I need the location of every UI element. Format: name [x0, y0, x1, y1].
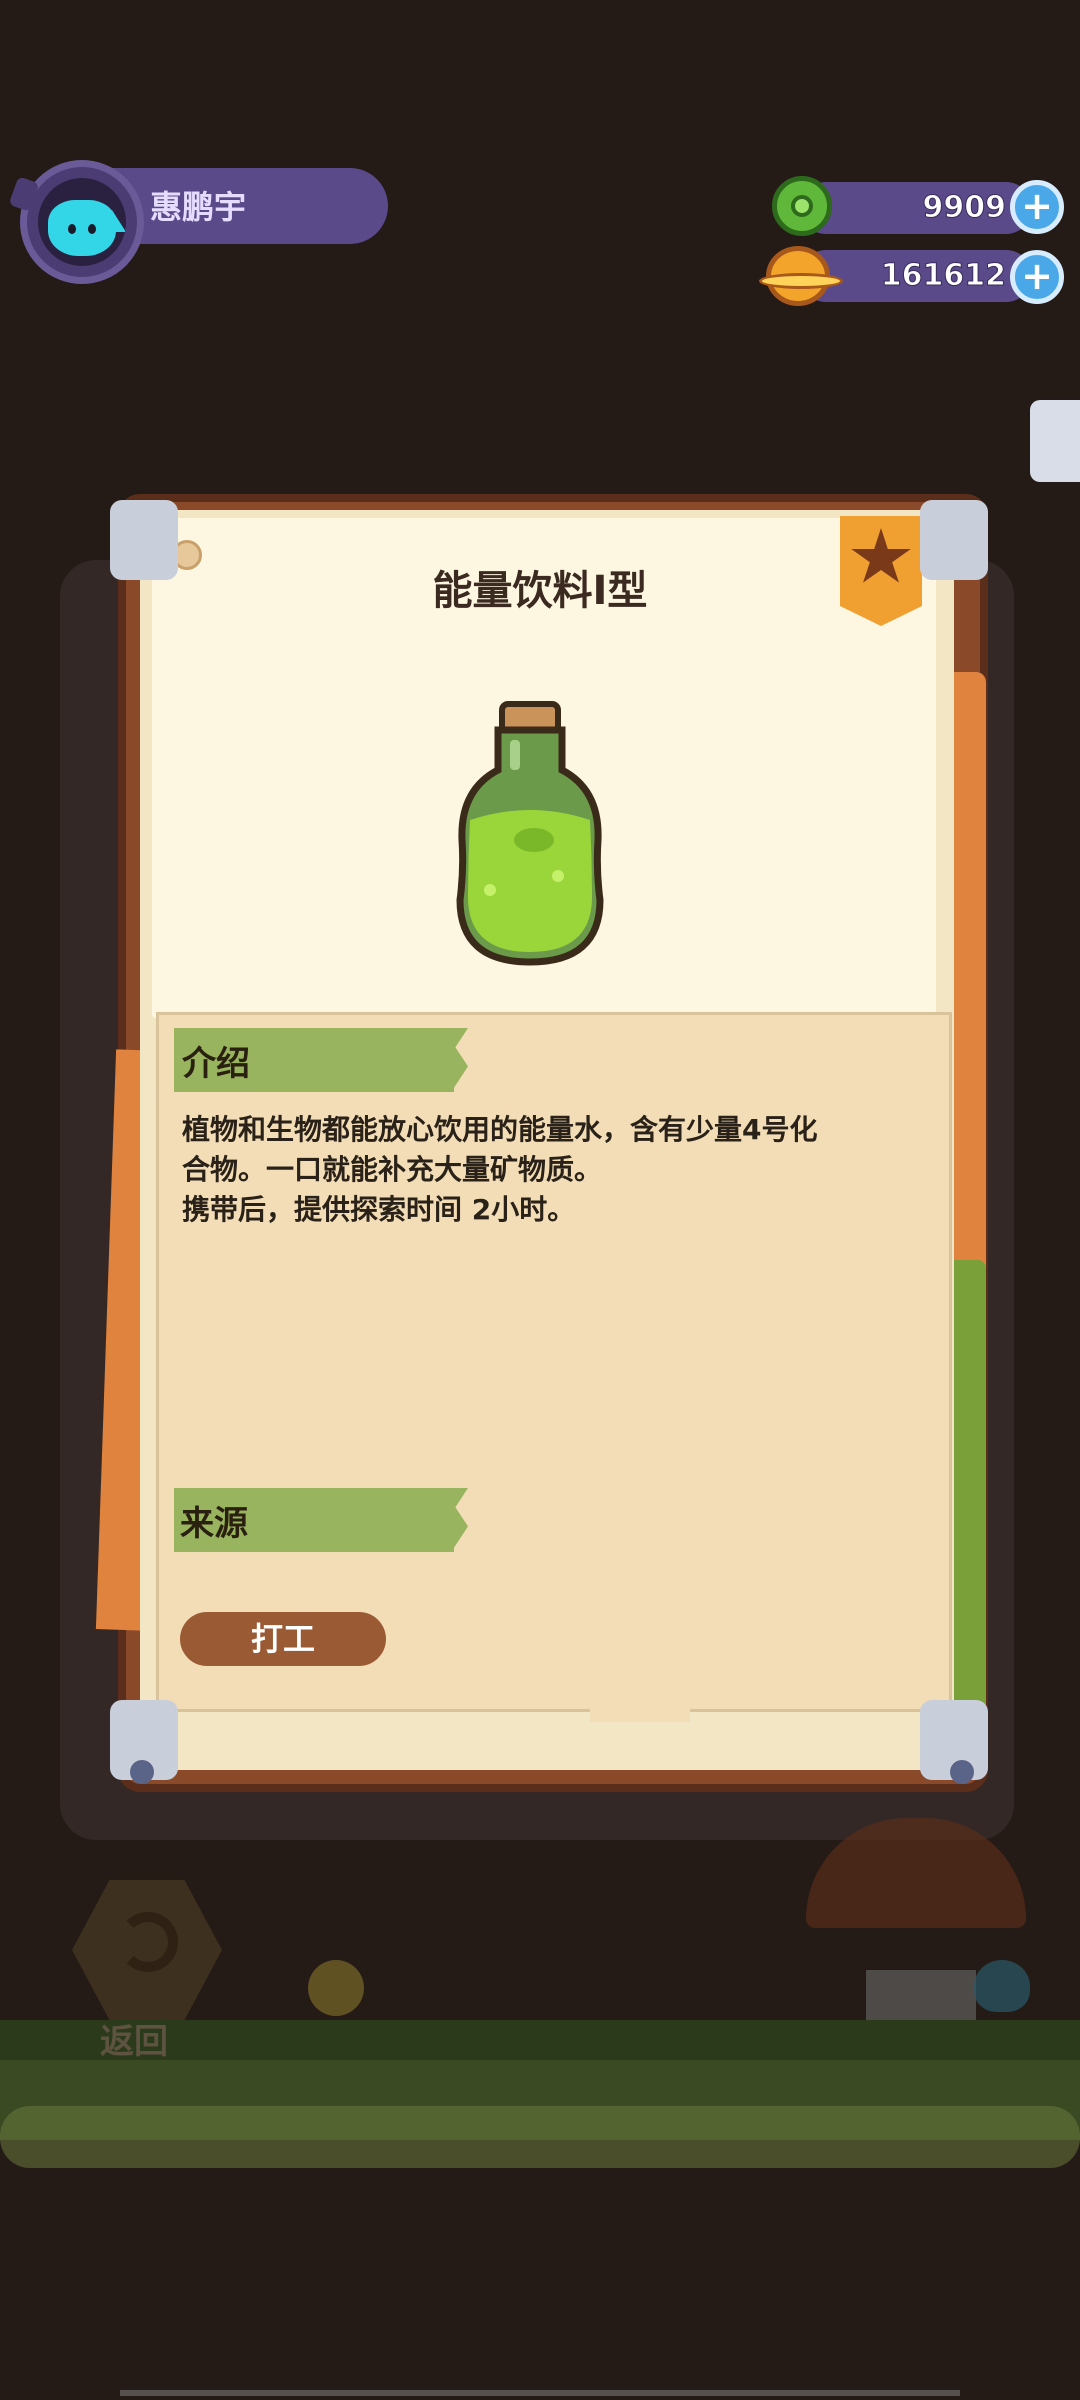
gem-count: 9909	[922, 190, 1007, 226]
green-gem-coin-icon	[772, 176, 832, 236]
chick-character-icon	[308, 1960, 364, 2016]
clip-screw-icon	[130, 1760, 154, 1784]
table-decoration	[866, 1970, 976, 2026]
torn-paper-edge	[590, 1682, 690, 1722]
sleeping-creature-icon	[974, 1960, 1030, 2012]
favorite-star-ribbon[interactable]	[840, 516, 922, 626]
corner-clip	[920, 500, 988, 580]
corner-clip	[110, 500, 178, 580]
clip-screw-icon	[950, 1760, 974, 1784]
cat-avatar-icon	[48, 200, 126, 256]
intro-heading: 介绍	[182, 1044, 250, 1084]
description-line: 合物。一口就能补充大量矿物质。	[182, 1153, 603, 1186]
item-description: 植物和生物都能放心饮用的能量水，含有少量4号化 合物。一口就能补充大量矿物质。 …	[182, 1110, 902, 1230]
home-indicator[interactable]	[120, 2390, 960, 2396]
star-icon	[851, 528, 911, 583]
description-line: 携带后，提供探索时间 2小时。	[182, 1193, 576, 1226]
back-arrow-icon	[118, 1912, 178, 1972]
work-source-button[interactable]: 打工	[180, 1612, 386, 1666]
avatar[interactable]	[38, 178, 126, 266]
coin-count: 161612	[880, 258, 1006, 294]
green-potion-bottle-icon	[456, 701, 604, 966]
back-label[interactable]: 返回	[100, 2014, 168, 2063]
ground-highlight	[0, 2106, 1080, 2168]
add-coins-button[interactable]: +	[1010, 250, 1064, 304]
add-gems-button[interactable]: +	[1010, 180, 1064, 234]
player-name: 惠鹏宇	[150, 188, 247, 226]
item-title: 能量饮料I型	[432, 568, 648, 614]
description-line: 植物和生物都能放心饮用的能量水，含有少量4号化	[182, 1113, 818, 1146]
source-heading: 来源	[180, 1504, 248, 1544]
orange-planet-coin-icon	[759, 246, 843, 306]
side-clip-icon[interactable]	[1030, 400, 1080, 482]
